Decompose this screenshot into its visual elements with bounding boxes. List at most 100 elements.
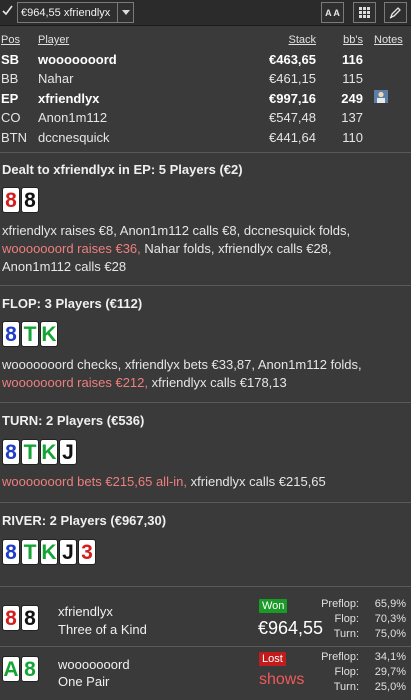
card: K <box>40 439 58 465</box>
player-name: dccnesquick <box>38 129 110 145</box>
player-pos: SB <box>1 51 20 67</box>
card: 8 <box>21 656 39 682</box>
action-text: xfriendlyx calls €215,65 <box>187 474 326 489</box>
player-stack: €463,65 <box>269 51 316 67</box>
equity-values: 34,1% 29,7% 25,0% <box>375 650 406 695</box>
result-cards: 8 8 <box>2 605 39 631</box>
card: T <box>21 439 39 465</box>
player-stack: €441,64 <box>269 129 316 145</box>
note-icon[interactable] <box>374 89 388 103</box>
card: 8 <box>2 187 20 213</box>
header-pos[interactable]: Pos <box>1 31 20 49</box>
flop-title: FLOP: 3 Players (€112) <box>2 296 143 311</box>
preflop-equity: 34,1% <box>374 651 406 663</box>
action-line: wooooooord bets €215,65 all-in, xfriendl… <box>2 473 402 491</box>
won-badge: Won <box>259 599 288 613</box>
card: K <box>40 539 58 565</box>
hand-select-value: €964,55 xfriendlyx <box>21 6 111 19</box>
river-cards: 8 T K J 3 <box>2 539 96 565</box>
won-amount: €964,55 <box>258 618 324 638</box>
header-stack[interactable]: Stack <box>288 31 316 49</box>
player-pos: BTN <box>1 129 27 145</box>
check-icon <box>2 5 13 16</box>
turn-equity: 25,0% <box>374 681 406 693</box>
font-size-icon: A A <box>325 7 340 18</box>
flop-cards: 8 T K <box>2 321 58 347</box>
card: 8 <box>21 605 39 631</box>
action-line: Anon1m112 calls €28 <box>2 259 127 274</box>
turn-title: TURN: 2 Players (€536) <box>2 413 145 428</box>
turn-label: Turn: <box>333 681 359 693</box>
player-name: xfriendlyx <box>38 90 100 106</box>
player-row[interactable]: BB Nahar €461,15 115 <box>0 70 411 90</box>
player-pos: BB <box>1 71 19 86</box>
action-line: wooooooord checks, xfriendlyx bets €33,8… <box>2 357 362 372</box>
player-row[interactable]: EP xfriendlyx €997,16 249 <box>0 89 411 110</box>
turn-equity: 75,0% <box>374 628 406 640</box>
action-text: Nahar folds, xfriendlyx calls €28, <box>140 241 332 256</box>
flop-label: Flop: <box>334 666 359 678</box>
player-bbs: 137 <box>341 110 363 125</box>
hand-select[interactable]: €964,55 xfriendlyx <box>17 2 134 23</box>
player-name: wooooooord <box>38 51 117 67</box>
card: 8 <box>2 539 20 565</box>
card: 8 <box>2 439 20 465</box>
card: J <box>59 539 77 565</box>
header-notes[interactable]: Notes <box>374 31 403 49</box>
player-name: Nahar <box>38 71 74 86</box>
player-bbs: 110 <box>342 129 363 145</box>
flop-actions: wooooooord checks, xfriendlyx bets €33,8… <box>2 356 402 392</box>
divider <box>0 285 411 286</box>
player-pos: CO <box>1 110 21 125</box>
action-line: wooooooord raises €212, xfriendlyx calls… <box>2 374 402 392</box>
header-player[interactable]: Player <box>38 31 69 49</box>
player-stack: €547,48 <box>269 110 316 125</box>
edit-button[interactable] <box>384 2 407 23</box>
preflop-label: Preflop: <box>321 651 359 663</box>
font-size-button[interactable]: A A <box>321 2 344 23</box>
preflop-equity: 65,9% <box>374 598 406 610</box>
player-row[interactable]: SB wooooooord €463,65 116 <box>0 51 411 71</box>
equity-values: 65,9% 70,3% 75,0% <box>375 597 406 642</box>
villain-bet: wooooooord bets €215,65 all-in, <box>2 474 188 489</box>
preflop-label: Preflop: <box>321 598 359 610</box>
divider <box>0 646 411 647</box>
divider <box>0 502 411 503</box>
preflop-title: Dealt to xfriendlyx in EP: 5 Players (€2… <box>2 162 243 177</box>
turn-label: Turn: <box>333 628 359 640</box>
card: A <box>2 656 20 682</box>
grid-icon <box>359 7 370 18</box>
card: 8 <box>2 321 20 347</box>
villain-raise: wooooooord raises €212, <box>2 375 148 390</box>
grid-button[interactable] <box>353 2 376 23</box>
card: 8 <box>21 187 39 213</box>
result-hand: One Pair <box>58 674 110 689</box>
card: 3 <box>78 539 96 565</box>
players-header: Pos Player Stack bb's Notes <box>0 31 411 51</box>
hole-cards: 8 8 <box>2 187 39 213</box>
villain-raise: wooooooord raises €36, <box>2 241 141 256</box>
divider <box>0 586 411 587</box>
card: T <box>21 539 39 565</box>
shows-label: shows <box>259 671 305 688</box>
player-name: Anon1m112 <box>38 110 108 125</box>
pencil-icon <box>389 7 401 19</box>
player-bbs: 249 <box>341 90 363 106</box>
divider <box>0 152 411 153</box>
action-text: xfriendlyx calls €178,13 <box>148 375 287 390</box>
card: 8 <box>2 605 20 631</box>
header-bbs[interactable]: bb's <box>343 31 363 49</box>
player-row[interactable]: BTN dccnesquick €441,64 110 <box>0 129 411 149</box>
card: T <box>21 321 39 347</box>
include-checkbox[interactable] <box>1 5 14 19</box>
turn-actions: wooooooord bets €215,65 all-in, xfriendl… <box>2 473 402 491</box>
action-line: xfriendlyx raises €8, Anon1m112 calls €8… <box>2 223 351 238</box>
equity-labels: Preflop: Flop: Turn: <box>321 597 359 642</box>
players-table: Pos Player Stack bb's Notes SB wooooooor… <box>0 31 411 148</box>
turn-cards: 8 T K J <box>2 439 77 465</box>
player-bbs: 116 <box>342 51 363 67</box>
flop-equity: 29,7% <box>374 666 406 678</box>
player-pos: EP <box>1 90 19 106</box>
result-player-name: xfriendlyx <box>58 604 113 619</box>
player-row[interactable]: CO Anon1m112 €547,48 137 <box>0 109 411 129</box>
